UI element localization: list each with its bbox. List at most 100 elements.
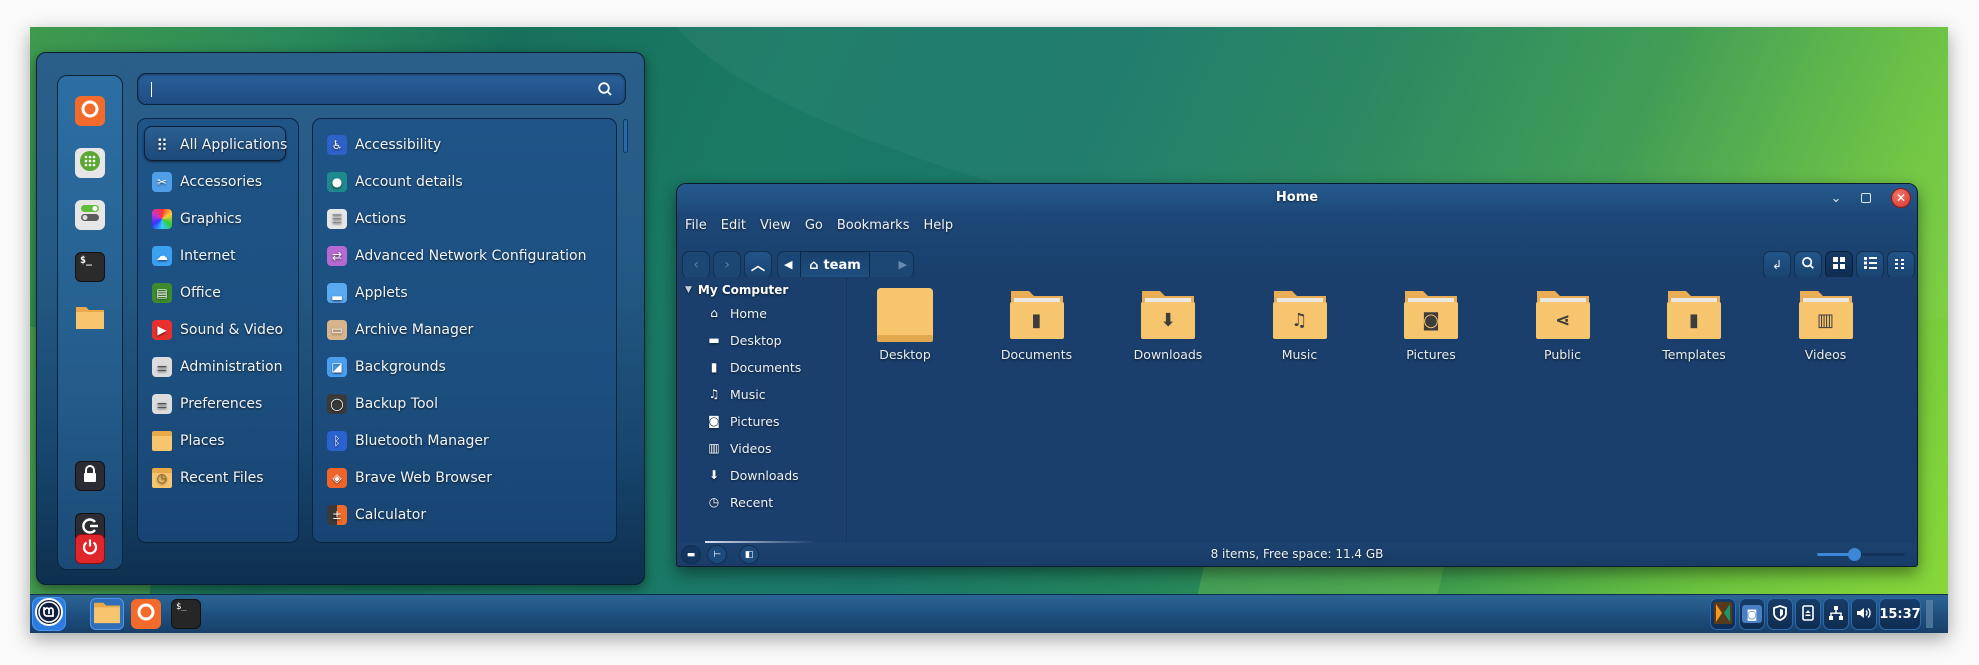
app-label: Advanced Network Configuration (355, 248, 587, 264)
category-item[interactable]: ⚌ Preferences (152, 390, 262, 418)
parent-folder-button[interactable]: ︿ (744, 251, 772, 279)
close-button[interactable]: ✕ (1891, 188, 1911, 208)
brave-icon: ◈ (327, 468, 347, 488)
folder-item[interactable]: ♫ Music (1245, 287, 1355, 362)
category-item[interactable]: ✂ Accessories (152, 168, 262, 196)
toggle-location-button[interactable]: ↲ (1763, 251, 1791, 279)
minimize-button[interactable]: ⌄ (1827, 189, 1845, 207)
shield-icon (1773, 604, 1787, 624)
breadcrumb-left-icon[interactable]: ◀ (784, 258, 792, 271)
menu-help[interactable]: Help (923, 214, 961, 237)
xapp-icon (1714, 601, 1732, 627)
menu-view[interactable]: View (760, 214, 799, 237)
folder-item[interactable]: ⋖ Public (1508, 287, 1618, 362)
menu-button[interactable] (32, 597, 66, 631)
public-folder-icon: ⋖ (1535, 287, 1591, 339)
category-item[interactable]: Graphics (152, 205, 242, 233)
menu-bookmarks[interactable]: Bookmarks (837, 214, 918, 237)
window-title: Home (677, 184, 1917, 212)
app-item[interactable]: ◈ Brave Web Browser (327, 464, 492, 492)
folder-item[interactable]: ▮ Templates (1639, 287, 1749, 362)
backgrounds-icon: ◪ (327, 357, 347, 377)
icon-view-button[interactable] (1825, 251, 1853, 279)
folder-emblem: ◙ (1422, 310, 1440, 331)
folder-label: Public (1544, 347, 1581, 362)
favorite-terminal[interactable]: $_ (75, 252, 105, 282)
menu-search-input[interactable] (137, 73, 626, 105)
category-item[interactable]: ☁ Internet (152, 242, 236, 270)
favorite-software-manager[interactable] (75, 148, 105, 178)
lock-screen-button[interactable] (75, 461, 105, 491)
category-item[interactable]: ⚌ Administration (152, 353, 282, 381)
app-label: Actions (355, 211, 407, 227)
sidebar-item-label: Desktop (730, 332, 782, 348)
app-list-scrollbar[interactable] (623, 119, 628, 153)
sidebar-item-label: Downloads (730, 467, 799, 483)
maximize-button[interactable] (1857, 189, 1875, 207)
taskbar-firefox[interactable] (131, 599, 161, 629)
app-item[interactable]: ▂ Applets (327, 279, 408, 307)
app-item[interactable]: ⇄ Advanced Network Configuration (327, 242, 586, 270)
folder-item[interactable]: ▮ Documents (982, 287, 1092, 362)
tray-removable-drives[interactable] (1795, 598, 1821, 630)
user-icon: ● (327, 172, 347, 192)
taskbar-terminal[interactable]: $_ (171, 599, 201, 629)
favorite-firefox[interactable] (75, 96, 105, 126)
category-item[interactable]: Places (152, 427, 225, 455)
sidebar-section-my-computer[interactable]: ▼ My Computer (685, 283, 788, 297)
menu-file[interactable]: File (685, 214, 715, 237)
chevron-up-icon: ︿ (751, 258, 765, 274)
folder-item[interactable]: ▥ Videos (1771, 287, 1881, 362)
category-item[interactable]: ◷ Recent Files (152, 464, 264, 492)
film-icon: ▥ (708, 441, 720, 455)
sidebar-item-home[interactable]: ⌂ Home (707, 303, 767, 323)
tray-clock[interactable]: 15:37 (1879, 598, 1921, 630)
folder-item[interactable]: Desktop (850, 287, 960, 362)
category-item[interactable]: ▤ Office (152, 279, 221, 307)
taskbar-files[interactable] (90, 598, 124, 630)
category-item[interactable]: ⠿ All Applications (152, 131, 287, 159)
sidebar-item-desktop[interactable]: ▬ Desktop (707, 330, 782, 350)
close-icon: ✕ (1895, 191, 1907, 205)
zoom-slider-handle[interactable] (1847, 548, 1861, 561)
sidebar-item-pictures[interactable]: ◙ Pictures (707, 411, 779, 431)
sidebar-item-downloads[interactable]: ⬇ Downloads (707, 465, 799, 485)
app-item[interactable]: ◯ Backup Tool (327, 390, 438, 418)
sidebar-item-documents[interactable]: ▮ Documents (707, 357, 802, 377)
app-item[interactable]: ☰ Actions (327, 205, 406, 233)
category-item[interactable]: ▶ Sound & Video (152, 316, 283, 344)
zoom-slider[interactable] (1817, 548, 1905, 561)
tray-xapp[interactable] (1710, 598, 1736, 630)
folder-item[interactable]: ⬇ Downloads (1113, 287, 1223, 362)
favorite-files[interactable] (75, 304, 105, 334)
breadcrumb-right-icon[interactable]: ▶ (899, 258, 907, 271)
sidebar-item-recent[interactable]: ◷ Recent (707, 492, 773, 512)
search-button[interactable] (1794, 251, 1822, 279)
app-item[interactable]: ◪ Backgrounds (327, 353, 446, 381)
list-icon: ☰ (327, 209, 347, 229)
back-button[interactable]: ‹ (682, 251, 710, 279)
app-item[interactable]: ± Calculator (327, 501, 426, 529)
sidebar-item-music[interactable]: ♫ Music (707, 384, 766, 404)
quit-button[interactable] (75, 534, 105, 564)
firefox-icon (136, 602, 156, 626)
breadcrumb-home[interactable]: ⌂ team (800, 251, 870, 279)
menu-go[interactable]: Go (805, 214, 831, 237)
app-item[interactable]: ▭ Archive Manager (327, 316, 473, 344)
menu-edit[interactable]: Edit (721, 214, 754, 237)
tray-network[interactable] (1823, 598, 1849, 630)
app-item[interactable]: ♿ Accessibility (327, 131, 441, 159)
list-view-button[interactable] (1856, 251, 1884, 279)
folder-item[interactable]: ◙ Pictures (1376, 287, 1486, 362)
app-item[interactable]: ᛒ Bluetooth Manager (327, 427, 489, 455)
sidebar-item-videos[interactable]: ▥ Videos (707, 438, 771, 458)
chevron-right-icon: › (724, 257, 730, 273)
forward-button[interactable]: › (713, 251, 741, 279)
app-item[interactable]: ● Account details (327, 168, 463, 196)
tray-screenshot[interactable]: ◙ (1739, 598, 1765, 630)
tray-sound[interactable] (1851, 598, 1877, 630)
favorite-system-settings[interactable] (75, 200, 105, 230)
folder-icon (152, 431, 172, 451)
compact-view-button[interactable] (1887, 251, 1915, 279)
tray-security[interactable] (1767, 598, 1793, 630)
